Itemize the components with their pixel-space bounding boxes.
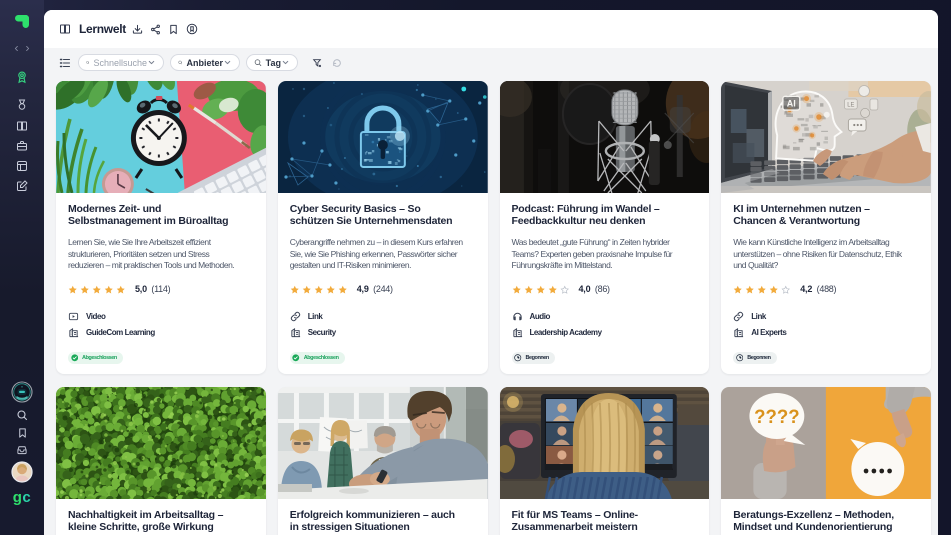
svg-text:????: ???? [754, 406, 799, 427]
svg-text:AI: AI [787, 99, 796, 109]
svg-text:LE: LE [848, 102, 855, 108]
